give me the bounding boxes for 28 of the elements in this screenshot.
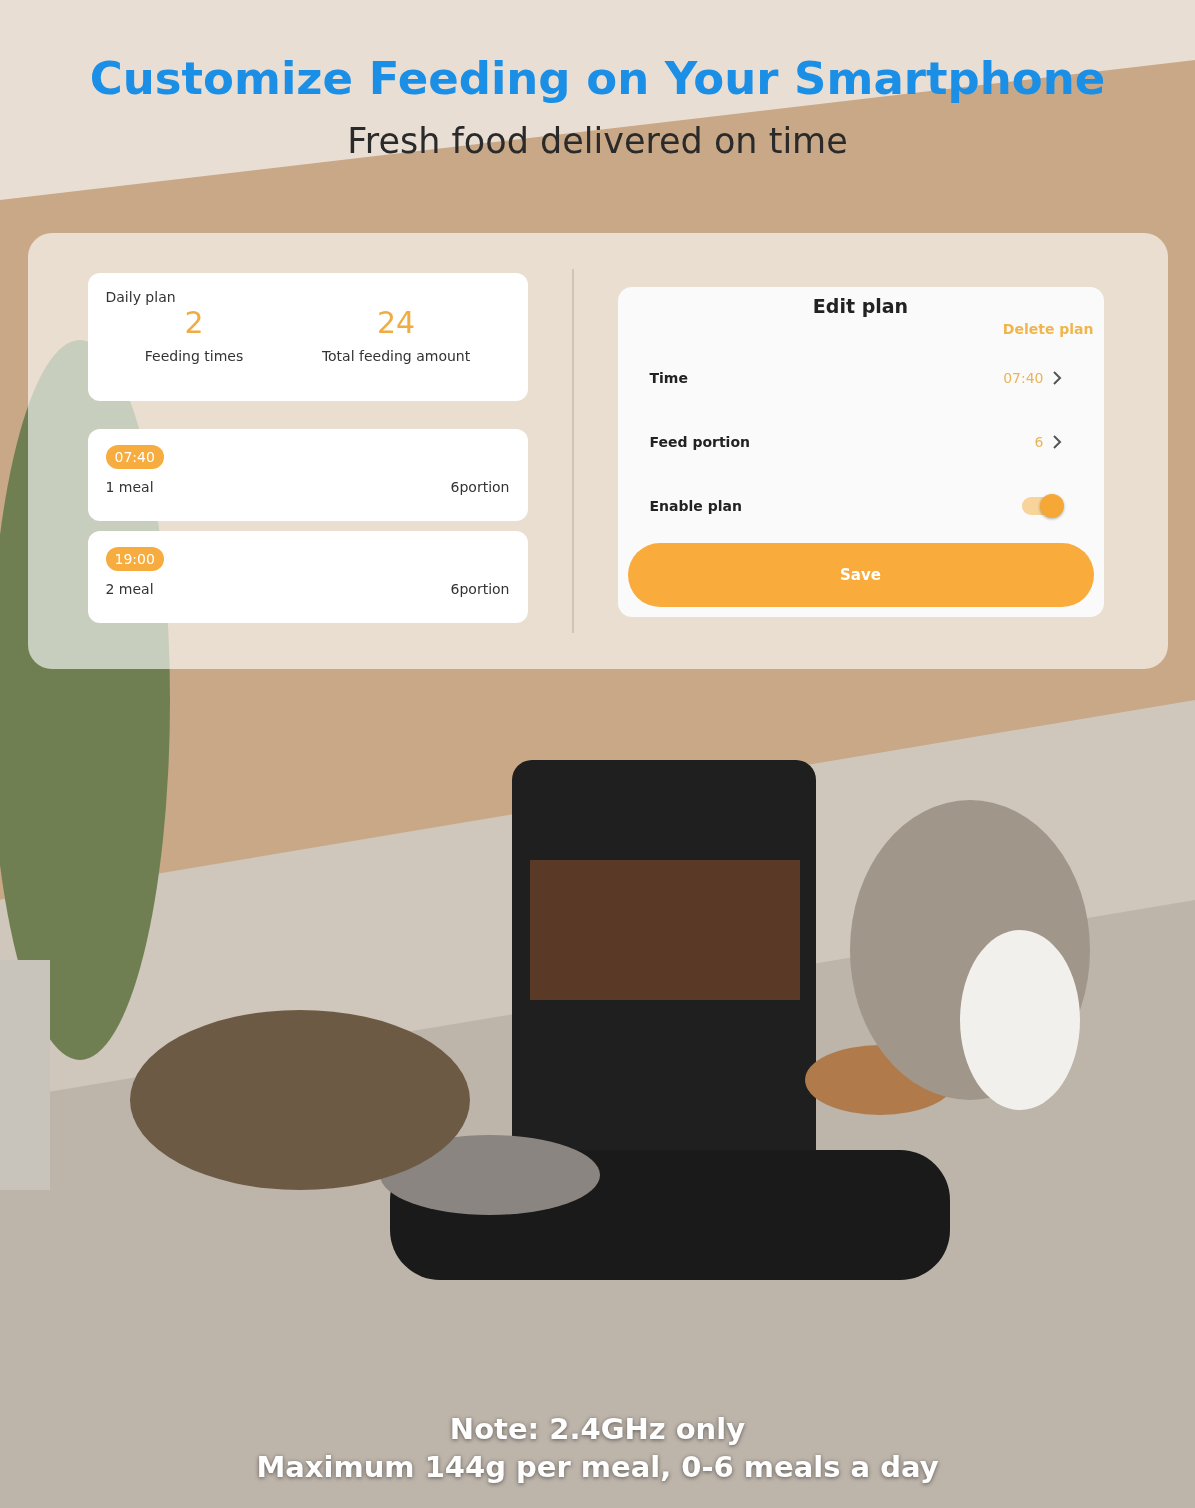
enable-switch[interactable] bbox=[1021, 496, 1062, 515]
setting-label: Enable plan bbox=[649, 497, 742, 514]
card-title: Daily plan bbox=[105, 289, 177, 305]
subheadline: Fresh food delivered on time bbox=[347, 121, 848, 161]
setting-value[interactable]: 07:40 bbox=[1003, 370, 1044, 387]
delete-plan-link[interactable]: Delete plan bbox=[1002, 321, 1094, 337]
setting-label: Time bbox=[649, 370, 688, 387]
stat-label: Feeding times bbox=[144, 348, 244, 364]
note-text: Maximum 144g per meal, 0-6 meals a day bbox=[256, 1450, 939, 1484]
note-text: Note: 2.4GHz only bbox=[449, 1412, 746, 1446]
chevron-right-icon bbox=[1051, 371, 1062, 386]
meal-card[interactable]: 19:00 2 meal 6portion bbox=[87, 531, 528, 623]
stat-label: Total feeding amount bbox=[321, 348, 471, 364]
stat-value: 24 bbox=[376, 305, 416, 340]
edit-plan-title: Edit plan bbox=[812, 295, 909, 317]
meal-portion: 6portion bbox=[450, 479, 510, 495]
meal-name: 2 meal bbox=[105, 581, 154, 597]
meal-name: 1 meal bbox=[105, 479, 154, 495]
chevron-right-icon bbox=[1051, 435, 1062, 449]
stat-value: 2 bbox=[184, 305, 204, 340]
headline: Customize Feeding on Your Smartphone bbox=[89, 52, 1106, 105]
meal-portion: 6portion bbox=[450, 581, 510, 597]
meal-card[interactable]: 07:40 1 meal 6portion bbox=[87, 429, 528, 521]
save-button[interactable]: Save bbox=[627, 543, 1094, 607]
setting-value[interactable]: 6 bbox=[1034, 434, 1044, 450]
time-badge: 19:00 bbox=[105, 547, 164, 571]
time-badge: 07:40 bbox=[105, 445, 164, 469]
setting-label: Feed portion bbox=[649, 434, 750, 450]
